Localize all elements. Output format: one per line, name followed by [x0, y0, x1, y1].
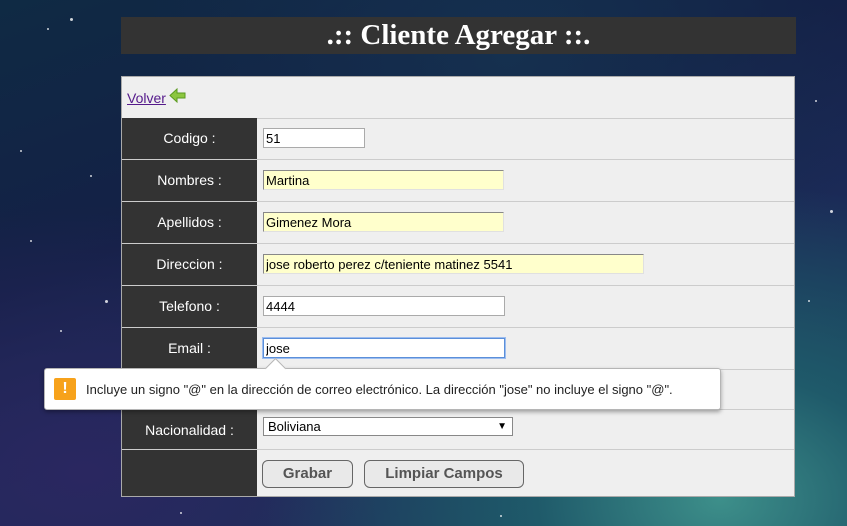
- telefono-input[interactable]: [263, 296, 505, 316]
- back-row: Volver: [122, 77, 794, 119]
- buttons-label-cell: [122, 450, 257, 496]
- field-row-nombres: Nombres :: [122, 160, 794, 202]
- warning-icon: !: [54, 378, 76, 400]
- nacionalidad-label: Nacionalidad :: [122, 410, 257, 449]
- codigo-input[interactable]: [263, 128, 365, 148]
- field-row-nacionalidad: Nacionalidad : Boliviana ▼: [122, 410, 794, 450]
- direccion-input[interactable]: [263, 254, 644, 274]
- dropdown-arrow-icon: ▼: [497, 421, 507, 432]
- nacionalidad-selected: Boliviana: [268, 419, 321, 434]
- codigo-label: Codigo :: [122, 118, 257, 159]
- nacionalidad-select[interactable]: Boliviana ▼: [263, 417, 513, 436]
- back-link[interactable]: Volver: [127, 90, 166, 106]
- validation-message: Incluye un signo "@" en la dirección de …: [86, 382, 673, 397]
- direccion-label: Direccion :: [122, 244, 257, 285]
- field-row-email: Email :: [122, 328, 794, 370]
- field-row-direccion: Direccion :: [122, 244, 794, 286]
- email-input[interactable]: [263, 338, 505, 358]
- buttons-row: Grabar Limpiar Campos: [122, 450, 794, 496]
- page-title: .:: Cliente Agregar ::.: [121, 17, 796, 54]
- nombres-input[interactable]: [263, 170, 504, 190]
- validation-tooltip: ! Incluye un signo "@" en la dirección d…: [44, 357, 721, 410]
- client-form: Volver Codigo : Nombres : Apellidos : Di…: [121, 76, 795, 497]
- apellidos-label: Apellidos :: [122, 202, 257, 243]
- nombres-label: Nombres :: [122, 160, 257, 201]
- field-row-telefono: Telefono :: [122, 286, 794, 328]
- field-row-codigo: Codigo :: [122, 118, 794, 160]
- email-label: Email :: [122, 328, 257, 369]
- clear-fields-button[interactable]: Limpiar Campos: [364, 460, 524, 488]
- apellidos-input[interactable]: [263, 212, 504, 232]
- field-row-apellidos: Apellidos :: [122, 202, 794, 244]
- save-button[interactable]: Grabar: [262, 460, 353, 488]
- back-arrow-icon[interactable]: [169, 87, 186, 104]
- telefono-label: Telefono :: [122, 286, 257, 327]
